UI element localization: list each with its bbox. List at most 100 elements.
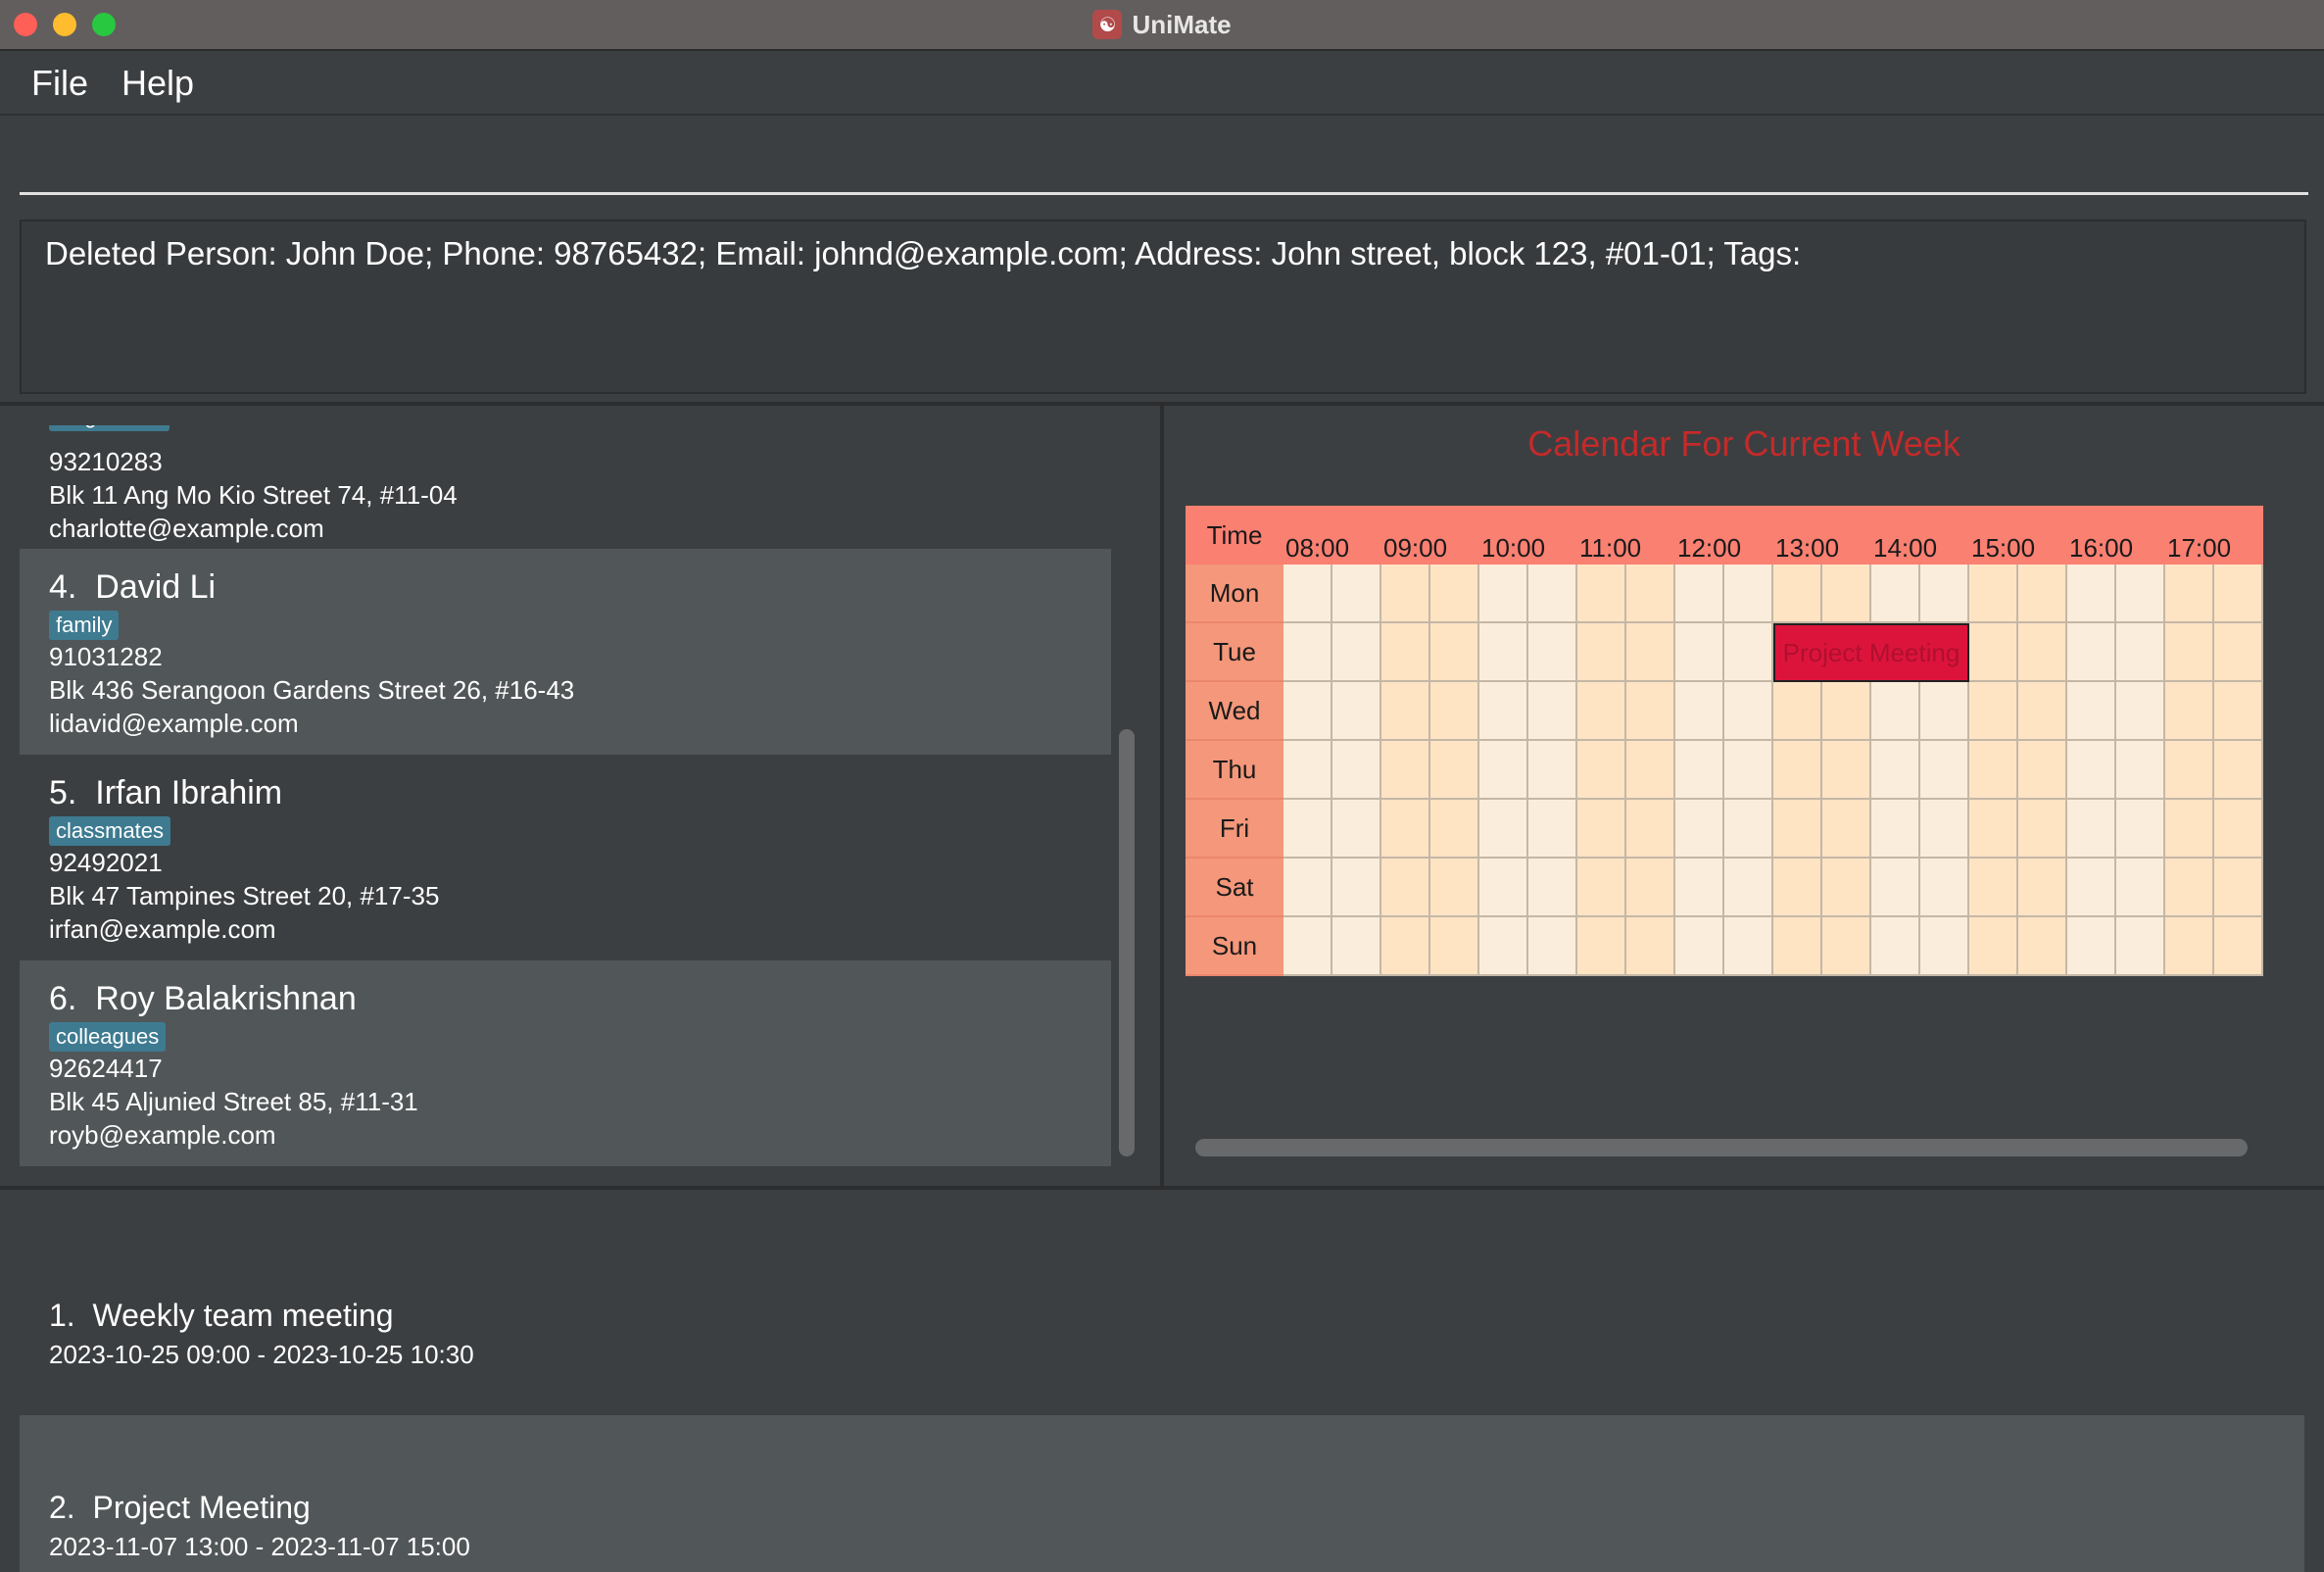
calendar-slot[interactable] — [2067, 741, 2116, 800]
calendar-slot[interactable] — [1528, 800, 1577, 859]
calendar-slot[interactable] — [1675, 917, 1724, 976]
calendar-slot[interactable] — [1920, 917, 1969, 976]
calendar-slot[interactable] — [1626, 565, 1675, 623]
calendar-slot[interactable] — [1283, 741, 1332, 800]
calendar-slot[interactable] — [1577, 800, 1626, 859]
calendar-slot[interactable] — [2214, 741, 2263, 800]
calendar-slot[interactable] — [2067, 800, 2116, 859]
calendar-slot[interactable] — [2214, 917, 2263, 976]
calendar-slot[interactable] — [1283, 565, 1332, 623]
calendar-slot[interactable] — [2018, 917, 2067, 976]
calendar-slot[interactable] — [1822, 565, 1871, 623]
calendar-slot[interactable] — [2116, 741, 2165, 800]
calendar-slot[interactable] — [1822, 859, 1871, 917]
calendar-slot[interactable] — [2116, 800, 2165, 859]
calendar-slot[interactable] — [1381, 565, 1430, 623]
calendar-slot[interactable] — [1724, 682, 1773, 741]
calendar-slot[interactable] — [1430, 859, 1479, 917]
calendar-slot[interactable] — [1577, 917, 1626, 976]
calendar-slot[interactable] — [2018, 859, 2067, 917]
calendar-slot[interactable] — [1773, 800, 1822, 859]
calendar-slot[interactable] — [1283, 859, 1332, 917]
event-card[interactable]: 2. Project Meeting 2023-11-07 13:00 - 20… — [20, 1415, 2304, 1572]
menu-file[interactable]: File — [22, 59, 98, 108]
calendar-slot[interactable] — [1479, 682, 1528, 741]
calendar-slot[interactable] — [1773, 741, 1822, 800]
event-card[interactable]: 1. Weekly team meeting 2023-10-25 09:00 … — [20, 1209, 2304, 1415]
calendar-slot[interactable] — [1283, 623, 1332, 682]
calendar-slot[interactable] — [1528, 682, 1577, 741]
calendar-slot[interactable] — [1871, 917, 1920, 976]
calendar-slot[interactable] — [2165, 859, 2214, 917]
calendar-slot[interactable] — [1381, 741, 1430, 800]
calendar-slot[interactable] — [1381, 623, 1430, 682]
calendar-slot[interactable] — [2165, 741, 2214, 800]
calendar-slot[interactable] — [1920, 741, 1969, 800]
calendar-slot[interactable] — [1626, 800, 1675, 859]
calendar-slot[interactable] — [1626, 917, 1675, 976]
calendar-slot[interactable] — [1822, 682, 1871, 741]
calendar-slot[interactable] — [2214, 565, 2263, 623]
calendar-slot[interactable] — [1381, 682, 1430, 741]
calendar-slot[interactable] — [1920, 682, 1969, 741]
calendar-slot[interactable] — [1332, 917, 1381, 976]
person-card[interactable]: neighbours 93210283 Blk 11 Ang Mo Kio St… — [20, 425, 1111, 563]
calendar-slot[interactable] — [2067, 623, 2116, 682]
calendar-slot[interactable] — [1528, 741, 1577, 800]
calendar-slot[interactable] — [2067, 859, 2116, 917]
calendar-slot[interactable] — [1528, 565, 1577, 623]
calendar-slot[interactable] — [2116, 565, 2165, 623]
calendar-slot[interactable] — [1577, 741, 1626, 800]
calendar-event-block[interactable]: Project Meeting — [1773, 623, 1969, 682]
calendar-slot[interactable] — [1332, 682, 1381, 741]
calendar-slot[interactable] — [1332, 800, 1381, 859]
calendar-slot[interactable] — [1283, 800, 1332, 859]
calendar-slot[interactable] — [2165, 800, 2214, 859]
calendar-slot[interactable] — [2165, 565, 2214, 623]
calendar-slot[interactable] — [1724, 565, 1773, 623]
calendar-slot[interactable] — [2018, 800, 2067, 859]
calendar-horizontal-scrollbar[interactable] — [1195, 1139, 2248, 1156]
calendar-slot[interactable] — [1626, 682, 1675, 741]
calendar-slot[interactable] — [1675, 859, 1724, 917]
calendar-slot[interactable] — [1381, 859, 1430, 917]
calendar-slot[interactable] — [1675, 741, 1724, 800]
calendar-slot[interactable] — [2214, 800, 2263, 859]
calendar-slot[interactable] — [2067, 917, 2116, 976]
calendar-slot[interactable] — [1528, 917, 1577, 976]
person-card[interactable]: 5. Irfan Ibrahim classmates 92492021 Blk… — [20, 755, 1111, 960]
calendar-slot[interactable] — [1773, 682, 1822, 741]
calendar-slot[interactable] — [1724, 623, 1773, 682]
calendar-slot[interactable] — [1675, 682, 1724, 741]
calendar-slot[interactable] — [1430, 800, 1479, 859]
calendar-slot[interactable] — [1479, 623, 1528, 682]
calendar-slot[interactable] — [2018, 623, 2067, 682]
calendar-slot[interactable] — [1871, 859, 1920, 917]
calendar-slot[interactable] — [2018, 741, 2067, 800]
calendar-slot[interactable] — [1479, 741, 1528, 800]
calendar-slot[interactable] — [1724, 800, 1773, 859]
calendar-slot[interactable] — [1479, 800, 1528, 859]
calendar-slot[interactable] — [2116, 917, 2165, 976]
calendar-slot[interactable] — [2214, 859, 2263, 917]
calendar-slot[interactable] — [2116, 859, 2165, 917]
calendar-slot[interactable] — [1969, 741, 2018, 800]
calendar-slot[interactable] — [1283, 917, 1332, 976]
calendar-slot[interactable] — [1626, 741, 1675, 800]
calendar-slot[interactable] — [1675, 800, 1724, 859]
calendar-slot[interactable] — [1577, 623, 1626, 682]
calendar-slot[interactable] — [1920, 859, 1969, 917]
calendar-slot[interactable] — [1822, 917, 1871, 976]
calendar-slot[interactable] — [1871, 682, 1920, 741]
calendar-slot[interactable] — [1430, 623, 1479, 682]
menu-help[interactable]: Help — [112, 59, 204, 108]
calendar-slot[interactable] — [1430, 917, 1479, 976]
calendar-slot[interactable] — [1332, 623, 1381, 682]
calendar-slot[interactable] — [1479, 565, 1528, 623]
calendar-slot[interactable] — [1577, 859, 1626, 917]
calendar-slot[interactable] — [1626, 859, 1675, 917]
calendar-slot[interactable] — [1577, 682, 1626, 741]
calendar-slot[interactable] — [1675, 623, 1724, 682]
calendar-slot[interactable] — [1773, 859, 1822, 917]
calendar-slot[interactable] — [2214, 682, 2263, 741]
